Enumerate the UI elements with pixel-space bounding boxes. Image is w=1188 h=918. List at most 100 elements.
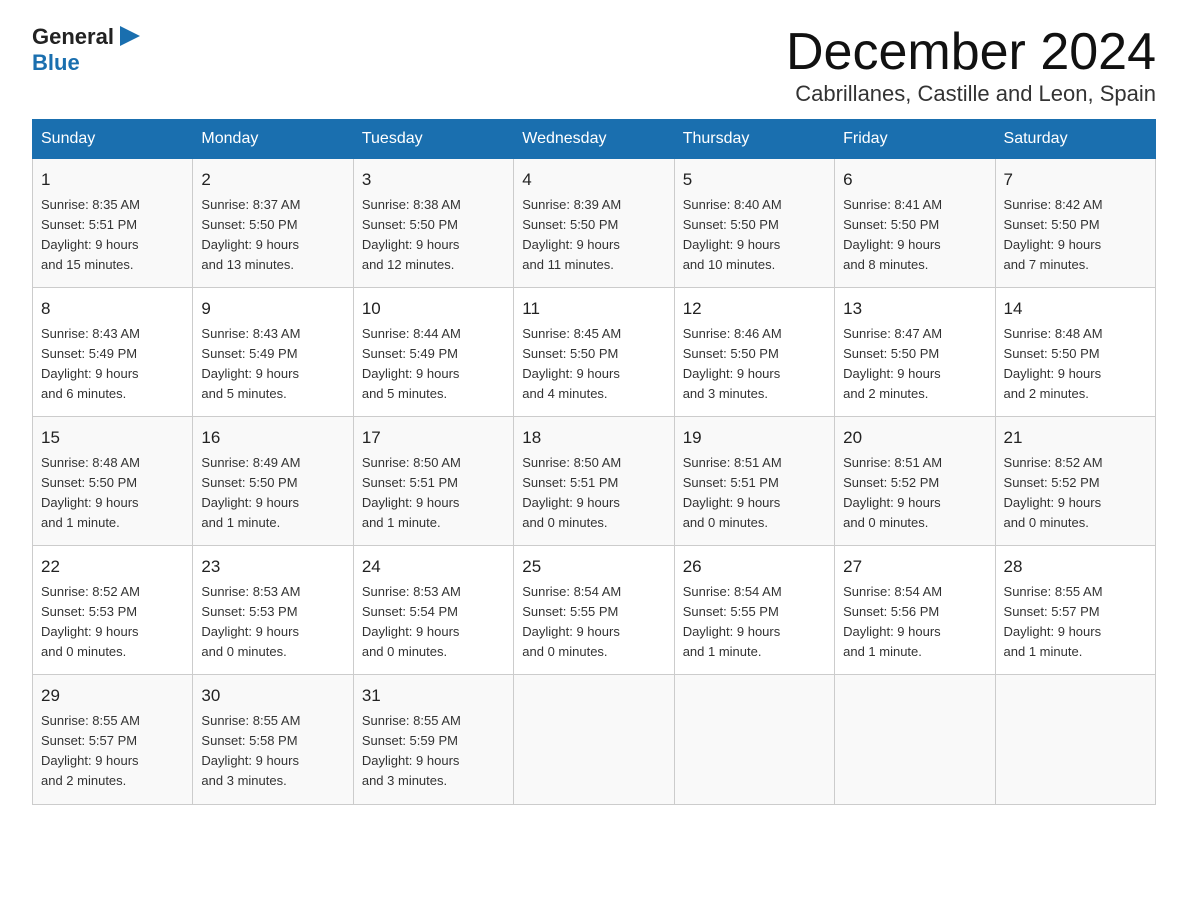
day-number: 21 (1004, 425, 1147, 451)
calendar-cell: 11Sunrise: 8:45 AMSunset: 5:50 PMDayligh… (514, 288, 674, 417)
calendar-cell: 5Sunrise: 8:40 AMSunset: 5:50 PMDaylight… (674, 159, 834, 288)
header-thursday: Thursday (674, 120, 834, 159)
day-number: 16 (201, 425, 344, 451)
logo: General Blue (32, 24, 144, 76)
day-number: 24 (362, 554, 505, 580)
day-info: Sunrise: 8:48 AMSunset: 5:50 PMDaylight:… (1004, 324, 1147, 405)
day-number: 28 (1004, 554, 1147, 580)
calendar-cell: 18Sunrise: 8:50 AMSunset: 5:51 PMDayligh… (514, 417, 674, 546)
day-info: Sunrise: 8:52 AMSunset: 5:52 PMDaylight:… (1004, 453, 1147, 534)
day-number: 1 (41, 167, 184, 193)
calendar-cell: 4Sunrise: 8:39 AMSunset: 5:50 PMDaylight… (514, 159, 674, 288)
header-saturday: Saturday (995, 120, 1155, 159)
day-info: Sunrise: 8:55 AMSunset: 5:57 PMDaylight:… (41, 711, 184, 792)
logo-blue: Blue (32, 50, 80, 76)
day-number: 22 (41, 554, 184, 580)
day-number: 31 (362, 683, 505, 709)
calendar-cell: 19Sunrise: 8:51 AMSunset: 5:51 PMDayligh… (674, 417, 834, 546)
calendar-cell: 15Sunrise: 8:48 AMSunset: 5:50 PMDayligh… (33, 417, 193, 546)
day-info: Sunrise: 8:55 AMSunset: 5:59 PMDaylight:… (362, 711, 505, 792)
calendar-cell: 29Sunrise: 8:55 AMSunset: 5:57 PMDayligh… (33, 675, 193, 804)
day-number: 13 (843, 296, 986, 322)
calendar-body: 1Sunrise: 8:35 AMSunset: 5:51 PMDaylight… (33, 159, 1156, 804)
logo-general: General (32, 25, 114, 49)
page-subtitle: Cabrillanes, Castille and Leon, Spain (786, 81, 1156, 107)
day-number: 30 (201, 683, 344, 709)
day-info: Sunrise: 8:47 AMSunset: 5:50 PMDaylight:… (843, 324, 986, 405)
day-info: Sunrise: 8:48 AMSunset: 5:50 PMDaylight:… (41, 453, 184, 534)
day-number: 7 (1004, 167, 1147, 193)
day-info: Sunrise: 8:52 AMSunset: 5:53 PMDaylight:… (41, 582, 184, 663)
day-number: 14 (1004, 296, 1147, 322)
calendar-cell: 23Sunrise: 8:53 AMSunset: 5:53 PMDayligh… (193, 546, 353, 675)
day-info: Sunrise: 8:55 AMSunset: 5:58 PMDaylight:… (201, 711, 344, 792)
day-info: Sunrise: 8:50 AMSunset: 5:51 PMDaylight:… (362, 453, 505, 534)
day-info: Sunrise: 8:41 AMSunset: 5:50 PMDaylight:… (843, 195, 986, 276)
day-info: Sunrise: 8:45 AMSunset: 5:50 PMDaylight:… (522, 324, 665, 405)
day-info: Sunrise: 8:39 AMSunset: 5:50 PMDaylight:… (522, 195, 665, 276)
header-friday: Friday (835, 120, 995, 159)
day-number: 3 (362, 167, 505, 193)
day-info: Sunrise: 8:53 AMSunset: 5:53 PMDaylight:… (201, 582, 344, 663)
day-number: 9 (201, 296, 344, 322)
calendar-table: SundayMondayTuesdayWednesdayThursdayFrid… (32, 119, 1156, 804)
day-info: Sunrise: 8:46 AMSunset: 5:50 PMDaylight:… (683, 324, 826, 405)
day-info: Sunrise: 8:38 AMSunset: 5:50 PMDaylight:… (362, 195, 505, 276)
day-info: Sunrise: 8:40 AMSunset: 5:50 PMDaylight:… (683, 195, 826, 276)
week-row-3: 15Sunrise: 8:48 AMSunset: 5:50 PMDayligh… (33, 417, 1156, 546)
page-header: General Blue December 2024 Cabrillanes, … (32, 24, 1156, 107)
calendar-cell (674, 675, 834, 804)
day-number: 15 (41, 425, 184, 451)
calendar-cell: 24Sunrise: 8:53 AMSunset: 5:54 PMDayligh… (353, 546, 513, 675)
day-number: 27 (843, 554, 986, 580)
day-number: 25 (522, 554, 665, 580)
day-number: 11 (522, 296, 665, 322)
calendar-cell (514, 675, 674, 804)
calendar-cell (995, 675, 1155, 804)
calendar-cell: 12Sunrise: 8:46 AMSunset: 5:50 PMDayligh… (674, 288, 834, 417)
calendar-cell (835, 675, 995, 804)
header-sunday: Sunday (33, 120, 193, 159)
day-number: 5 (683, 167, 826, 193)
day-info: Sunrise: 8:43 AMSunset: 5:49 PMDaylight:… (41, 324, 184, 405)
calendar-cell: 13Sunrise: 8:47 AMSunset: 5:50 PMDayligh… (835, 288, 995, 417)
calendar-cell: 30Sunrise: 8:55 AMSunset: 5:58 PMDayligh… (193, 675, 353, 804)
page-title: December 2024 (786, 24, 1156, 81)
calendar-cell: 28Sunrise: 8:55 AMSunset: 5:57 PMDayligh… (995, 546, 1155, 675)
calendar-cell: 17Sunrise: 8:50 AMSunset: 5:51 PMDayligh… (353, 417, 513, 546)
day-info: Sunrise: 8:53 AMSunset: 5:54 PMDaylight:… (362, 582, 505, 663)
day-info: Sunrise: 8:51 AMSunset: 5:52 PMDaylight:… (843, 453, 986, 534)
day-info: Sunrise: 8:50 AMSunset: 5:51 PMDaylight:… (522, 453, 665, 534)
day-number: 29 (41, 683, 184, 709)
calendar-cell: 3Sunrise: 8:38 AMSunset: 5:50 PMDaylight… (353, 159, 513, 288)
calendar-cell: 26Sunrise: 8:54 AMSunset: 5:55 PMDayligh… (674, 546, 834, 675)
day-number: 20 (843, 425, 986, 451)
day-number: 2 (201, 167, 344, 193)
calendar-cell: 7Sunrise: 8:42 AMSunset: 5:50 PMDaylight… (995, 159, 1155, 288)
calendar-cell: 27Sunrise: 8:54 AMSunset: 5:56 PMDayligh… (835, 546, 995, 675)
calendar-cell: 9Sunrise: 8:43 AMSunset: 5:49 PMDaylight… (193, 288, 353, 417)
day-number: 26 (683, 554, 826, 580)
week-row-1: 1Sunrise: 8:35 AMSunset: 5:51 PMDaylight… (33, 159, 1156, 288)
day-info: Sunrise: 8:51 AMSunset: 5:51 PMDaylight:… (683, 453, 826, 534)
calendar-cell: 31Sunrise: 8:55 AMSunset: 5:59 PMDayligh… (353, 675, 513, 804)
header-wednesday: Wednesday (514, 120, 674, 159)
calendar-cell: 10Sunrise: 8:44 AMSunset: 5:49 PMDayligh… (353, 288, 513, 417)
header-monday: Monday (193, 120, 353, 159)
day-number: 12 (683, 296, 826, 322)
calendar-cell: 8Sunrise: 8:43 AMSunset: 5:49 PMDaylight… (33, 288, 193, 417)
title-block: December 2024 Cabrillanes, Castille and … (786, 24, 1156, 107)
day-info: Sunrise: 8:43 AMSunset: 5:49 PMDaylight:… (201, 324, 344, 405)
calendar-cell: 1Sunrise: 8:35 AMSunset: 5:51 PMDaylight… (33, 159, 193, 288)
day-number: 6 (843, 167, 986, 193)
day-info: Sunrise: 8:42 AMSunset: 5:50 PMDaylight:… (1004, 195, 1147, 276)
week-row-4: 22Sunrise: 8:52 AMSunset: 5:53 PMDayligh… (33, 546, 1156, 675)
header-tuesday: Tuesday (353, 120, 513, 159)
day-info: Sunrise: 8:49 AMSunset: 5:50 PMDaylight:… (201, 453, 344, 534)
calendar-cell: 25Sunrise: 8:54 AMSunset: 5:55 PMDayligh… (514, 546, 674, 675)
calendar-cell: 16Sunrise: 8:49 AMSunset: 5:50 PMDayligh… (193, 417, 353, 546)
week-row-5: 29Sunrise: 8:55 AMSunset: 5:57 PMDayligh… (33, 675, 1156, 804)
calendar-header-row: SundayMondayTuesdayWednesdayThursdayFrid… (33, 120, 1156, 159)
day-info: Sunrise: 8:54 AMSunset: 5:56 PMDaylight:… (843, 582, 986, 663)
day-number: 8 (41, 296, 184, 322)
